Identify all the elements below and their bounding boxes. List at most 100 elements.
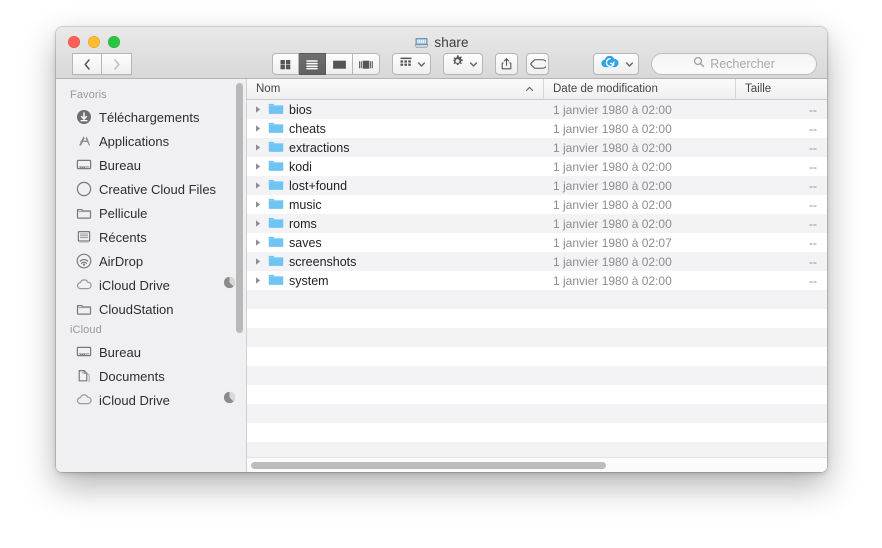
file-name: lost+found bbox=[289, 178, 348, 193]
empty-row bbox=[247, 290, 827, 309]
gallery-view-button[interactable] bbox=[353, 53, 380, 75]
sidebar-item-bureau[interactable]: Bureau bbox=[56, 340, 246, 364]
file-date: 1 janvier 1980 à 02:00 bbox=[553, 254, 672, 269]
window-controls bbox=[68, 36, 120, 48]
window-title-text: share bbox=[434, 35, 469, 50]
column-header-date[interactable]: Date de modification bbox=[544, 79, 736, 99]
sidebar-item-r-cents[interactable]: Récents bbox=[56, 225, 246, 249]
cell-name: lost+found bbox=[247, 178, 544, 194]
sidebar-scrollbar[interactable] bbox=[236, 83, 243, 333]
column-header-name-label: Nom bbox=[256, 83, 281, 95]
share-button[interactable] bbox=[495, 53, 518, 75]
cloud-icon bbox=[75, 277, 92, 293]
column-header-size-label: Taille bbox=[745, 83, 772, 95]
cell-name: screenshots bbox=[247, 254, 544, 270]
folder-icon bbox=[268, 254, 284, 270]
sidebar-item-applications[interactable]: Applications bbox=[56, 129, 246, 153]
sidebar-item-bureau[interactable]: Bureau bbox=[56, 153, 246, 177]
sidebar-item-pellicule[interactable]: Pellicule bbox=[56, 201, 246, 225]
disclosure-triangle-icon[interactable] bbox=[253, 105, 263, 114]
file-list-pane: Nom Date de modification Taille bios 1 j… bbox=[247, 79, 827, 472]
sidebar-item-documents[interactable]: Documents bbox=[56, 364, 246, 388]
action-menu-button[interactable] bbox=[443, 53, 483, 75]
file-date: 1 janvier 1980 à 02:00 bbox=[553, 178, 672, 193]
sidebar-item-label: iCloud Drive bbox=[99, 277, 170, 293]
airdrop-icon bbox=[75, 253, 92, 269]
applications-icon bbox=[75, 133, 92, 149]
column-view-button[interactable] bbox=[326, 53, 353, 75]
sync-progress-pie-icon bbox=[223, 391, 236, 409]
file-size: -- bbox=[809, 197, 817, 212]
disclosure-triangle-icon[interactable] bbox=[253, 162, 263, 171]
disclosure-triangle-icon[interactable] bbox=[253, 219, 263, 228]
folder-icon bbox=[268, 159, 284, 175]
desktop-icon bbox=[75, 344, 92, 360]
file-name: bios bbox=[289, 102, 312, 117]
cloud-sync-button[interactable] bbox=[593, 53, 639, 75]
table-row[interactable]: roms 1 janvier 1980 à 02:00 -- bbox=[247, 214, 827, 233]
column-header-size[interactable]: Taille bbox=[736, 79, 827, 99]
sync-progress-pie-icon bbox=[223, 276, 236, 294]
table-row[interactable]: kodi 1 janvier 1980 à 02:00 -- bbox=[247, 157, 827, 176]
table-row[interactable]: extractions 1 janvier 1980 à 02:00 -- bbox=[247, 138, 827, 157]
list-view-button[interactable] bbox=[299, 53, 326, 75]
forward-button[interactable] bbox=[102, 53, 132, 75]
column-header-name[interactable]: Nom bbox=[247, 79, 544, 99]
empty-row bbox=[247, 442, 827, 457]
folder-icon bbox=[268, 216, 284, 232]
search-field[interactable]: Rechercher bbox=[651, 53, 817, 75]
folder-icon bbox=[75, 205, 92, 221]
disclosure-triangle-icon[interactable] bbox=[253, 143, 263, 152]
folder-icon bbox=[268, 197, 284, 213]
chevron-down-icon bbox=[469, 55, 478, 73]
file-name: system bbox=[289, 273, 329, 288]
table-row[interactable]: system 1 janvier 1980 à 02:00 -- bbox=[247, 271, 827, 290]
minimize-button[interactable] bbox=[88, 36, 100, 48]
finder-window: share Rechercher Favoris Téléchargements… bbox=[56, 27, 827, 472]
disclosure-triangle-icon[interactable] bbox=[253, 238, 263, 247]
network-drive-icon bbox=[414, 36, 429, 50]
horizontal-scrollbar[interactable] bbox=[247, 457, 827, 472]
arrange-grid-icon bbox=[399, 55, 413, 73]
table-row[interactable]: music 1 janvier 1980 à 02:00 -- bbox=[247, 195, 827, 214]
column-header-date-label: Date de modification bbox=[553, 83, 658, 95]
sidebar-item-icloud-drive[interactable]: iCloud Drive bbox=[56, 388, 246, 412]
icon-view-button[interactable] bbox=[272, 53, 299, 75]
sidebar-group-title: Favoris bbox=[70, 89, 107, 101]
arrange-by-button[interactable] bbox=[392, 53, 431, 75]
disclosure-triangle-icon[interactable] bbox=[253, 276, 263, 285]
empty-row bbox=[247, 423, 827, 442]
sidebar-item-t-l-chargements[interactable]: Téléchargements bbox=[56, 105, 246, 129]
sidebar-item-creative-cloud-files[interactable]: Creative Cloud Files bbox=[56, 177, 246, 201]
sidebar-item-cloudstation[interactable]: CloudStation bbox=[56, 297, 246, 321]
file-name: roms bbox=[289, 216, 317, 231]
file-name: extractions bbox=[289, 140, 350, 155]
back-button[interactable] bbox=[72, 53, 102, 75]
tag-button[interactable] bbox=[526, 53, 549, 75]
sidebar-item-icloud-drive[interactable]: iCloud Drive bbox=[56, 273, 246, 297]
sidebar-item-label: iCloud Drive bbox=[99, 392, 170, 408]
table-row[interactable]: screenshots 1 janvier 1980 à 02:00 -- bbox=[247, 252, 827, 271]
table-row[interactable]: saves 1 janvier 1980 à 02:07 -- bbox=[247, 233, 827, 252]
file-date: 1 janvier 1980 à 02:00 bbox=[553, 273, 672, 288]
maximize-button[interactable] bbox=[108, 36, 120, 48]
empty-row bbox=[247, 404, 827, 423]
horizontal-scrollbar-thumb[interactable] bbox=[251, 461, 606, 469]
folder-icon bbox=[75, 301, 92, 317]
empty-row bbox=[247, 385, 827, 404]
close-button[interactable] bbox=[68, 36, 80, 48]
table-row[interactable]: cheats 1 janvier 1980 à 02:00 -- bbox=[247, 119, 827, 138]
table-row[interactable]: lost+found 1 janvier 1980 à 02:00 -- bbox=[247, 176, 827, 195]
sidebar-item-airdrop[interactable]: AirDrop bbox=[56, 249, 246, 273]
file-date: 1 janvier 1980 à 02:00 bbox=[553, 140, 672, 155]
file-size: -- bbox=[809, 254, 817, 269]
column-headers: Nom Date de modification Taille bbox=[247, 79, 827, 100]
sidebar-item-label: CloudStation bbox=[99, 301, 174, 317]
file-size: -- bbox=[809, 235, 817, 250]
disclosure-triangle-icon[interactable] bbox=[253, 181, 263, 190]
disclosure-triangle-icon[interactable] bbox=[253, 257, 263, 266]
disclosure-triangle-icon[interactable] bbox=[253, 124, 263, 133]
table-row[interactable]: bios 1 janvier 1980 à 02:00 -- bbox=[247, 100, 827, 119]
window-titlebar[interactable]: share Rechercher bbox=[56, 27, 827, 79]
disclosure-triangle-icon[interactable] bbox=[253, 200, 263, 209]
